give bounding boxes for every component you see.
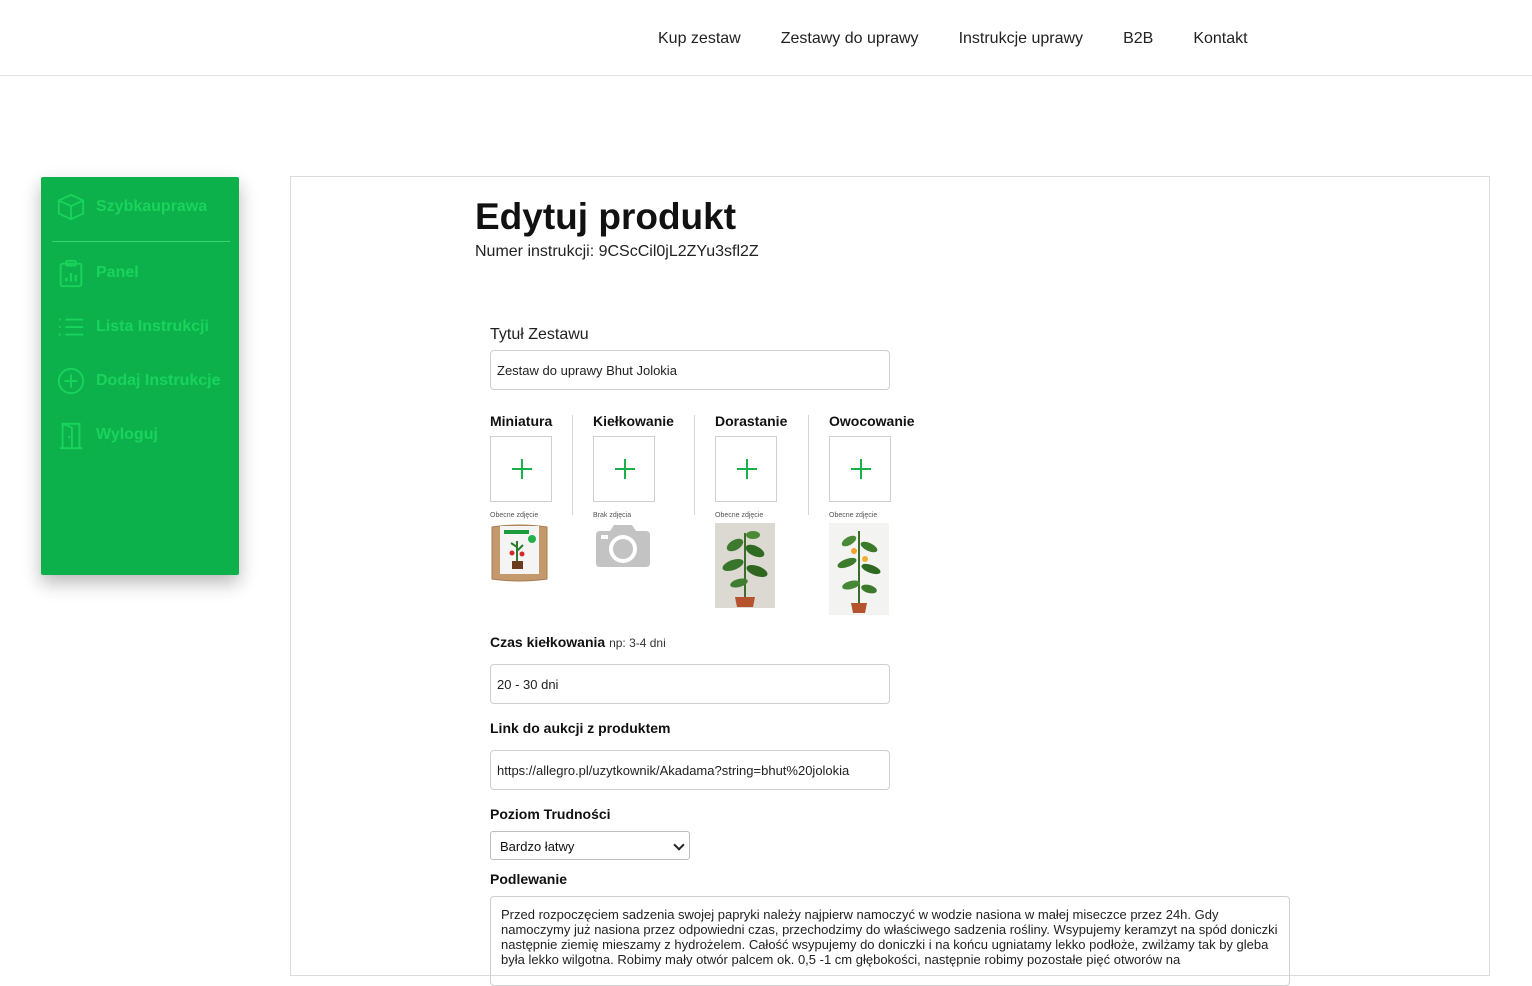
add-image-button[interactable]: [715, 436, 777, 502]
watering-label: Podlewanie: [490, 871, 568, 887]
image-column-owocowanie: Owocowanie Obecne zdjęcie: [829, 413, 915, 615]
sidebar-brand-label: Szybkauprawa: [96, 198, 208, 215]
column-divider: [694, 415, 695, 515]
image-caption: Brak zdjęcia: [593, 512, 632, 519]
sidebar-item-lista-instrukcji[interactable]: Lista Instrukcji: [56, 311, 209, 343]
image-column-title: Owocowanie: [829, 413, 915, 429]
add-image-button[interactable]: [829, 436, 891, 502]
nav-link-instrukcje[interactable]: Instrukcje uprawy: [959, 30, 1084, 48]
difficulty-selected-value: Bardzo łatwy: [500, 839, 575, 854]
image-column-title: Kiełkowanie: [593, 413, 674, 429]
instruction-number-value: 9CScCil0jL2ZYu3sfl2Z: [598, 243, 759, 260]
auction-link-input[interactable]: https://allegro.pl/uzytkownik/Akadama?st…: [490, 750, 890, 790]
sidebar-item-dodaj-instrukcje[interactable]: Dodaj Instrukcje: [56, 365, 220, 397]
germination-label-text: Czas kiełkowania: [490, 634, 606, 650]
image-caption: Obecne zdjęcie: [715, 512, 764, 519]
list-icon: [58, 318, 84, 336]
sidebar-item-label: Wyloguj: [96, 426, 158, 443]
nav-link-kup-zestaw[interactable]: Kup zestaw: [658, 30, 741, 48]
germination-label: Czas kiełkowania np: 3-4 dni: [490, 634, 666, 650]
nav-link-kontakt[interactable]: Kontakt: [1193, 30, 1247, 48]
sidebar-item-wyloguj[interactable]: Wyloguj: [56, 419, 158, 451]
thumbnail-image: [491, 524, 548, 582]
instruction-number-line: Numer instrukcji: 9CScCil0jL2ZYu3sfl2Z: [475, 243, 759, 261]
sidebar-item-label: Lista Instrukcji: [96, 318, 209, 335]
image-caption: Obecne zdjęcie: [829, 512, 878, 519]
page-title: Edytuj produkt: [475, 196, 737, 237]
add-image-button[interactable]: [593, 436, 655, 502]
plant-photo: [715, 523, 775, 608]
set-title-label: Tytuł Zestawu: [490, 326, 589, 343]
image-column-kielkowanie: Kiełkowanie Brak zdjęcia: [593, 413, 674, 569]
image-caption: Obecne zdjęcie: [490, 512, 539, 519]
top-nav-links: Kup zestaw Zestawy do uprawy Instrukcje …: [658, 30, 1288, 48]
sidebar: Szybkauprawa Panel Lista Instrukcji Doda…: [41, 177, 239, 575]
sidebar-item-panel[interactable]: Panel: [56, 257, 139, 289]
top-navigation: Kup zestaw Zestawy do uprawy Instrukcje …: [0, 0, 1532, 76]
set-title-input[interactable]: Zestaw do uprawy Bhut Jolokia: [490, 350, 890, 390]
difficulty-select[interactable]: Bardzo łatwy: [490, 831, 690, 860]
sidebar-divider: [52, 241, 230, 242]
image-column-title: Miniatura: [490, 413, 553, 429]
nav-link-zestawy[interactable]: Zestawy do uprawy: [781, 30, 919, 48]
box-icon: [57, 193, 85, 221]
auction-link-label: Link do aukcji z produktem: [490, 720, 671, 736]
fruiting-plant-photo: [829, 523, 889, 615]
column-divider: [572, 415, 573, 515]
door-icon: [59, 422, 83, 450]
add-image-button[interactable]: [490, 436, 552, 502]
column-divider: [808, 415, 809, 515]
image-column-miniatura: Miniatura Obecne zdjęcie: [490, 413, 552, 582]
image-column-dorastanie: Dorastanie Obecne zdjęcie: [715, 413, 787, 608]
sidebar-item-label: Panel: [96, 264, 139, 281]
sidebar-item-label: Dodaj Instrukcje: [96, 372, 221, 389]
image-column-title: Dorastanie: [715, 413, 788, 429]
chevron-down-icon: [673, 839, 685, 851]
camera-icon: [596, 525, 650, 567]
germination-hint: np: 3-4 dni: [609, 636, 666, 650]
clipboard-chart-icon: [59, 259, 83, 288]
instruction-number-label: Numer instrukcji:: [475, 243, 595, 260]
watering-textarea[interactable]: Przed rozpoczęciem sadzenia swojej papry…: [490, 896, 1290, 986]
difficulty-label: Poziom Trudności: [490, 806, 611, 822]
nav-link-b2b[interactable]: B2B: [1123, 30, 1153, 48]
germination-input[interactable]: 20 - 30 dni: [490, 664, 890, 704]
plus-circle-icon: [57, 367, 85, 395]
sidebar-brand[interactable]: Szybkauprawa: [56, 191, 207, 223]
